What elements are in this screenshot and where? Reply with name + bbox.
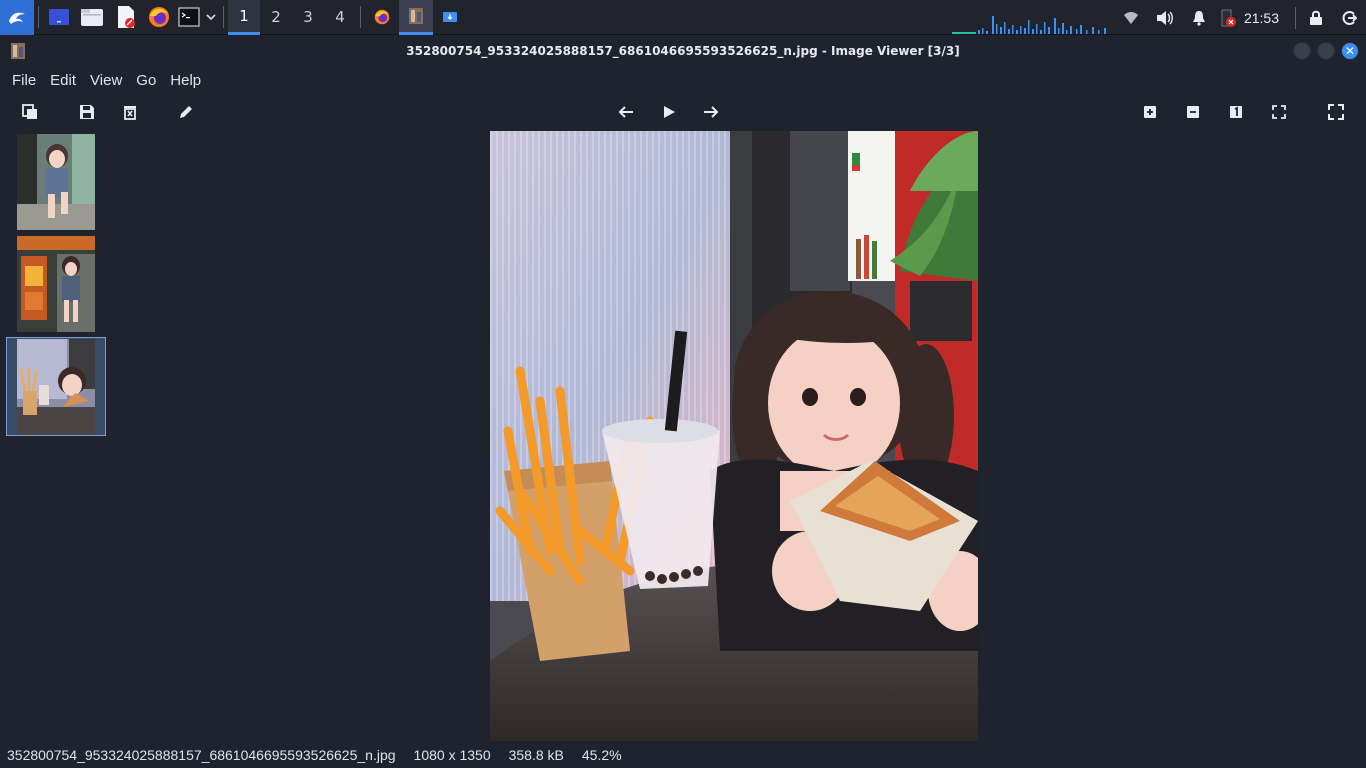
thumbnail-2[interactable] <box>17 236 95 332</box>
zoom-out-button[interactable] <box>1180 100 1206 124</box>
lock-screen-button[interactable] <box>1300 0 1332 35</box>
menu-help[interactable]: Help <box>163 72 208 89</box>
status-bar: 352800754_953324025888157_68610466955935… <box>0 741 1366 768</box>
lock-icon <box>1310 10 1322 25</box>
window-titlebar[interactable]: 352800754_953324025888157_68610466955935… <box>0 36 1366 66</box>
firefox-icon <box>149 7 169 27</box>
original-size-button[interactable] <box>1223 100 1249 124</box>
clock[interactable]: 21:53 <box>1244 10 1279 26</box>
folder-icon <box>81 9 103 26</box>
fit-window-icon <box>1272 105 1286 119</box>
zoom-out-icon <box>1187 106 1199 118</box>
menu-edit[interactable]: Edit <box>43 72 83 89</box>
firefox-launcher[interactable] <box>143 0 175 35</box>
edit-button[interactable] <box>173 100 199 124</box>
chevron-down-icon <box>206 14 216 21</box>
status-filename: 352800754_953324025888157_68610466955935… <box>7 746 396 763</box>
taskbar-window-firefox[interactable] <box>365 0 399 35</box>
thumbnail-image <box>17 134 95 230</box>
taskbar-window-image-viewer[interactable] <box>399 0 433 35</box>
terminal-launcher[interactable] <box>175 0 203 35</box>
bell-icon <box>1192 10 1205 26</box>
close-icon: ✕ <box>1344 44 1356 58</box>
menu-file[interactable]: File <box>5 72 43 89</box>
notifications-tray-button[interactable] <box>1182 0 1216 35</box>
taskbar-separator <box>1295 6 1296 29</box>
zoom-in-button[interactable] <box>1137 100 1163 124</box>
wifi-icon <box>1123 11 1138 24</box>
save-as-button[interactable] <box>74 100 100 124</box>
main-image[interactable] <box>490 131 978 741</box>
battery-error-icon <box>1221 9 1236 27</box>
window-title: 352800754_953324025888157_68610466955935… <box>406 44 960 58</box>
edit-icon <box>180 106 192 118</box>
logout-button[interactable] <box>1332 0 1366 35</box>
show-desktop-button[interactable] <box>43 0 75 35</box>
image-viewer-app-icon <box>11 43 25 59</box>
volume-icon <box>1156 10 1173 25</box>
workspace-2[interactable]: 2 <box>260 0 292 35</box>
slideshow-button[interactable] <box>656 100 682 124</box>
delete-icon <box>124 106 136 120</box>
network-tray-button[interactable] <box>1114 0 1148 35</box>
fullscreen-button[interactable] <box>1323 100 1349 124</box>
taskbar: 1 2 3 4 21:53 <box>0 0 1366 35</box>
launcher-dropdown[interactable] <box>203 0 219 35</box>
volume-tray-button[interactable] <box>1148 0 1182 35</box>
thumbnail-3-selected[interactable] <box>6 337 106 436</box>
minimize-button[interactable] <box>1293 42 1311 60</box>
toolbar <box>0 96 1366 128</box>
logout-icon <box>1342 10 1357 25</box>
text-editor-launcher[interactable] <box>109 0 143 35</box>
text-editor-icon <box>118 6 135 28</box>
kali-dragon-icon <box>6 6 28 28</box>
app-menu-button[interactable] <box>0 0 34 35</box>
thumbnail-image <box>17 339 95 435</box>
status-dimensions: 1080 x 1350 <box>413 746 491 763</box>
terminal-icon <box>178 7 200 27</box>
menu-go[interactable]: Go <box>129 72 163 89</box>
thumbnail-1[interactable] <box>17 134 95 230</box>
taskbar-separator <box>38 6 39 28</box>
delete-button[interactable] <box>117 100 143 124</box>
fullscreen-icon <box>1328 104 1344 120</box>
image-thumbnail-icon <box>409 7 423 24</box>
arrow-right-icon <box>704 106 719 118</box>
system-tray: 21:53 <box>1114 0 1366 35</box>
firefox-icon <box>374 9 390 25</box>
file-manager-launcher[interactable] <box>75 0 109 35</box>
desktop-icon <box>49 9 69 25</box>
original-size-icon <box>1230 106 1242 118</box>
workspace-4[interactable]: 4 <box>324 0 356 35</box>
taskbar-separator <box>223 6 224 28</box>
close-button[interactable]: ✕ <box>1341 42 1359 60</box>
network-monitor-graph <box>952 16 1106 34</box>
menu-bar: File Edit View Go Help <box>0 66 1366 94</box>
status-filesize: 358.8 kB <box>508 746 564 763</box>
workspace-3[interactable]: 3 <box>292 0 324 35</box>
arrow-left-icon <box>618 106 633 118</box>
zoom-fit-button[interactable] <box>1266 100 1292 124</box>
taskbar-window-downloads[interactable] <box>433 0 467 35</box>
workspace-1[interactable]: 1 <box>228 0 260 35</box>
menu-view[interactable]: View <box>83 72 129 89</box>
maximize-button[interactable] <box>1317 42 1335 60</box>
photo-girl-with-fries-and-sandwich <box>490 131 978 741</box>
copy-icon <box>22 104 37 119</box>
zoom-in-icon <box>1144 106 1156 118</box>
play-icon <box>664 106 675 118</box>
thumbnail-image <box>17 236 95 332</box>
taskbar-separator <box>360 6 361 28</box>
next-button[interactable] <box>698 100 724 124</box>
power-manager-tray-button[interactable] <box>1216 0 1240 35</box>
status-zoom: 45.2% <box>581 746 622 763</box>
previous-button[interactable] <box>613 100 639 124</box>
save-icon <box>80 105 94 119</box>
thumbnail-bar <box>0 130 112 740</box>
download-folder-icon <box>443 12 457 22</box>
copy-button[interactable] <box>17 100 43 124</box>
